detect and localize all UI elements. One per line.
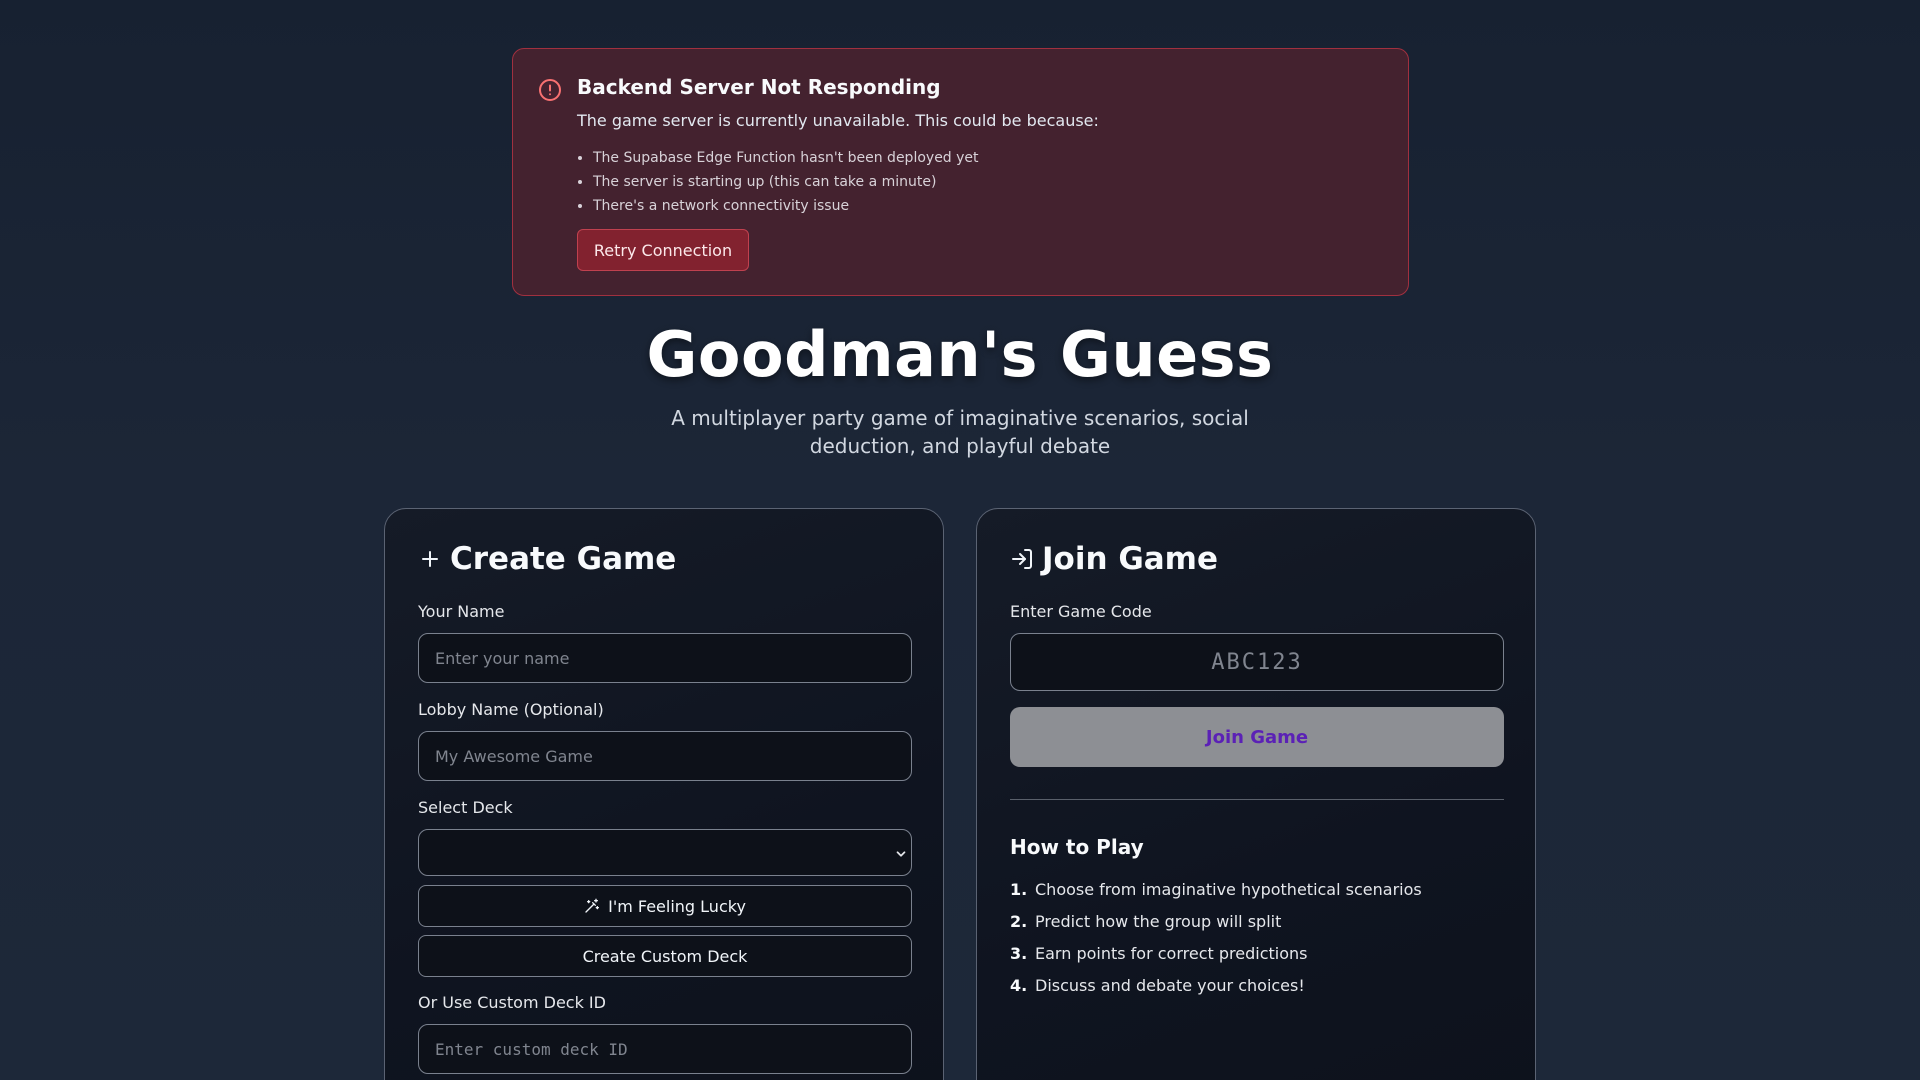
- create-game-card: Create Game Your Name Lobby Name (Option…: [384, 508, 944, 1080]
- page-title: Goodman's Guess: [646, 318, 1274, 391]
- deck-select[interactable]: [418, 829, 912, 876]
- name-input[interactable]: [418, 633, 912, 683]
- create-custom-deck-button[interactable]: Create Custom Deck: [418, 935, 912, 977]
- alert-description: The game server is currently unavailable…: [577, 111, 1099, 130]
- plus-icon: [418, 547, 442, 571]
- list-item: The Supabase Edge Function hasn't been d…: [577, 146, 979, 170]
- custom-deck-id-input[interactable]: [418, 1024, 912, 1074]
- alert-circle-icon: [538, 78, 562, 102]
- step-text: Choose from imaginative hypothetical sce…: [1035, 880, 1422, 899]
- game-code-label: Enter Game Code: [1010, 602, 1152, 621]
- log-in-icon: [1010, 547, 1034, 571]
- list-item: 3. Earn points for correct predictions: [1010, 938, 1422, 970]
- step-text: Earn points for correct predictions: [1035, 944, 1308, 963]
- custom-deck-id-label: Or Use Custom Deck ID: [418, 993, 606, 1012]
- magic-wand-icon: [584, 898, 600, 914]
- how-to-play-title: How to Play: [1010, 835, 1144, 859]
- list-item: The server is starting up (this can take…: [577, 170, 979, 194]
- join-game-card: Join Game Enter Game Code Join Game How …: [976, 508, 1536, 1080]
- alert-reasons-list: The Supabase Edge Function hasn't been d…: [577, 146, 979, 218]
- server-error-alert: Backend Server Not Responding The game s…: [512, 48, 1409, 296]
- join-game-header: Join Game: [1010, 541, 1218, 577]
- select-deck-label: Select Deck: [418, 798, 513, 817]
- landing-page: Backend Server Not Responding The game s…: [0, 0, 1920, 1080]
- create-game-header: Create Game: [418, 541, 676, 577]
- step-number: 1.: [1010, 880, 1028, 899]
- step-number: 3.: [1010, 944, 1028, 963]
- feeling-lucky-button[interactable]: I'm Feeling Lucky: [418, 885, 912, 927]
- retry-connection-button[interactable]: Retry Connection: [577, 229, 749, 271]
- step-number: 2.: [1010, 912, 1028, 931]
- divider: [1010, 799, 1504, 800]
- alert-title: Backend Server Not Responding: [577, 75, 941, 99]
- lobby-name-label: Lobby Name (Optional): [418, 700, 604, 719]
- step-number: 4.: [1010, 976, 1028, 995]
- lobby-name-input[interactable]: [418, 731, 912, 781]
- chevron-down-icon: [894, 846, 908, 860]
- feeling-lucky-label: I'm Feeling Lucky: [608, 896, 746, 916]
- game-code-input[interactable]: [1010, 633, 1504, 691]
- name-label: Your Name: [418, 602, 505, 621]
- step-text: Predict how the group will split: [1035, 912, 1282, 931]
- join-game-button[interactable]: Join Game: [1010, 707, 1504, 767]
- how-to-play-steps: 1. Choose from imaginative hypothetical …: [1010, 874, 1422, 1002]
- list-item: 1. Choose from imaginative hypothetical …: [1010, 874, 1422, 906]
- list-item: There's a network connectivity issue: [577, 194, 979, 218]
- join-game-title: Join Game: [1042, 541, 1219, 577]
- list-item: 4. Discuss and debate your choices!: [1010, 970, 1422, 1002]
- page-subtitle: A multiplayer party game of imaginative …: [671, 406, 1249, 458]
- step-text: Discuss and debate your choices!: [1035, 976, 1305, 995]
- create-game-title: Create Game: [450, 541, 677, 577]
- list-item: 2. Predict how the group will split: [1010, 906, 1422, 938]
